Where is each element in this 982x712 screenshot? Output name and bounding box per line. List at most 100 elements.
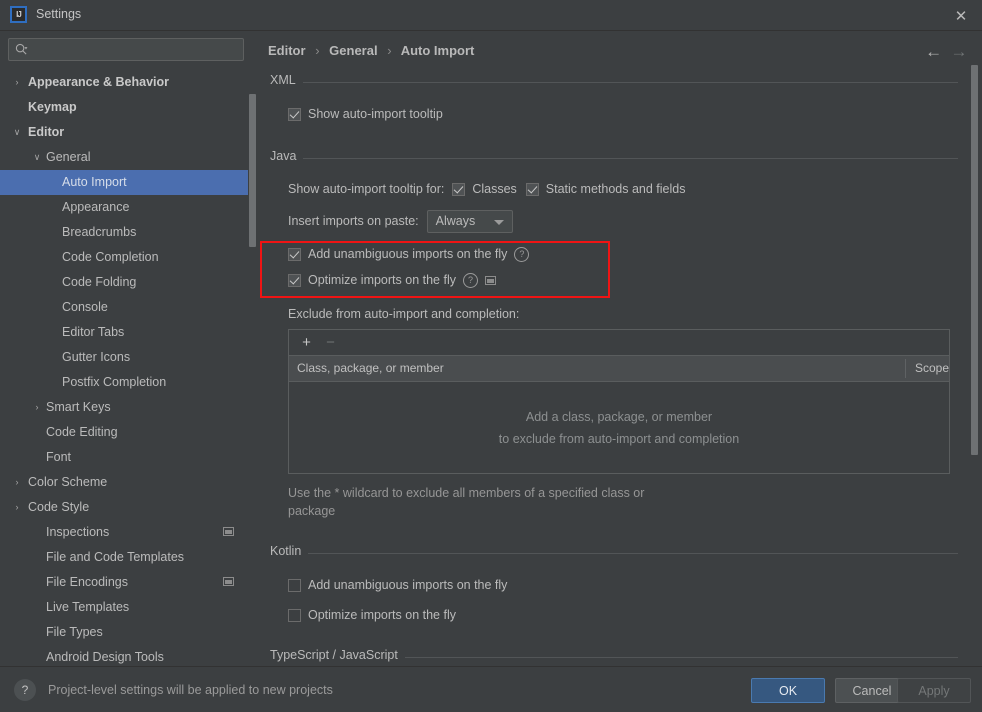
sidebar-item-gutter-icons[interactable]: Gutter Icons: [0, 345, 248, 370]
sidebar-scrollbar-thumb[interactable]: [249, 94, 256, 247]
column-header-class-package-member[interactable]: Class, package, or member: [297, 361, 444, 375]
label-optimize-imports-kotlin: Optimize imports on the fly: [308, 608, 456, 622]
breadcrumb-general[interactable]: General: [329, 43, 377, 58]
sidebar-item-general[interactable]: ∨ General: [0, 145, 248, 170]
checkbox-row-optimize-imports-kotlin[interactable]: Optimize imports on the fly: [288, 602, 982, 628]
sidebar-item-code-style[interactable]: › Code Style: [0, 495, 248, 520]
sidebar-item-file-and-code-templates[interactable]: File and Code Templates: [0, 545, 248, 570]
label-optimize-imports-java: Optimize imports on the fly: [308, 273, 456, 287]
sidebar-item-console[interactable]: Console: [0, 295, 248, 320]
checkbox-add-unambiguous-imports-kotlin[interactable]: [288, 578, 301, 592]
settings-sidebar: › Appearance & Behavior Keymap ∨ Editor ∨ Gene…: [0, 31, 256, 665]
title-bar: IJ Settings ✕: [0, 0, 982, 31]
chevron-right-icon[interactable]: ›: [10, 70, 24, 95]
chevron-right-icon[interactable]: ›: [30, 395, 44, 420]
search-box[interactable]: [8, 38, 244, 61]
sidebar-item-appearance-behavior[interactable]: › Appearance & Behavior: [0, 70, 248, 95]
sidebar-item-label: Auto Import: [62, 175, 127, 189]
forward-arrow-icon[interactable]: →: [948, 43, 970, 61]
sidebar-item-label: Code Folding: [62, 275, 137, 289]
checkbox-classes[interactable]: [452, 182, 466, 196]
checkbox-add-unambiguous-imports-java[interactable]: [288, 247, 301, 261]
sidebar-item-file-encodings[interactable]: File Encodings: [0, 570, 248, 595]
sidebar-item-auto-import[interactable]: Auto Import: [0, 170, 248, 195]
dropdown-insert-imports-on-paste[interactable]: Always: [426, 209, 513, 233]
sidebar-item-editor[interactable]: ∨ Editor: [0, 120, 248, 145]
chevron-down-icon[interactable]: ∨: [10, 120, 24, 145]
checkbox-row-add-unambiguous-imports-java[interactable]: Add unambiguous imports on the fly ?: [288, 241, 982, 267]
sidebar-item-code-completion[interactable]: Code Completion: [0, 245, 248, 270]
dropdown-value-insert-imports-on-paste: Always: [435, 214, 476, 228]
remove-exclusion-button[interactable]: −: [321, 333, 340, 352]
sidebar-item-code-editing[interactable]: Code Editing: [0, 420, 248, 445]
breadcrumb: Editor › General › Auto Import: [268, 43, 474, 58]
section-header-typescript-javascript: TypeScript / JavaScript: [270, 648, 958, 665]
chevron-right-icon[interactable]: ›: [10, 495, 24, 520]
help-icon-optimize-imports[interactable]: ?: [462, 272, 478, 288]
checkbox-static-methods-and-fields[interactable]: [525, 182, 539, 196]
sidebar-item-color-scheme[interactable]: › Color Scheme: [0, 470, 248, 495]
sidebar-item-code-folding[interactable]: Code Folding: [0, 270, 248, 295]
sidebar-item-live-templates[interactable]: Live Templates: [0, 595, 248, 620]
dialog-footer: ? Project-level settings will be applied…: [0, 666, 982, 712]
settings-tree[interactable]: › Appearance & Behavior Keymap ∨ Editor ∨ Gene…: [0, 70, 248, 665]
chevron-down-icon[interactable]: ∨: [30, 145, 44, 170]
sidebar-item-label: Console: [62, 300, 108, 314]
sidebar-item-smart-keys[interactable]: › Smart Keys: [0, 395, 248, 420]
sidebar-item-appearance[interactable]: Appearance: [0, 195, 248, 220]
back-arrow-icon[interactable]: ←: [923, 43, 945, 61]
ok-button[interactable]: OK: [751, 678, 825, 703]
checkbox-row-add-unambiguous-imports-kotlin[interactable]: Add unambiguous imports on the fly: [288, 572, 982, 598]
content-scrollbar-thumb[interactable]: [971, 65, 978, 455]
sidebar-item-keymap[interactable]: Keymap: [0, 95, 248, 120]
search-input[interactable]: [37, 41, 239, 60]
sidebar-item-editor-tabs[interactable]: Editor Tabs: [0, 320, 248, 345]
sidebar-item-label: Gutter Icons: [62, 350, 131, 364]
close-icon[interactable]: ✕: [952, 7, 970, 25]
sidebar-item-label: Appearance & Behavior: [28, 75, 170, 89]
checkbox-optimize-imports-java[interactable]: [288, 273, 301, 287]
checkbox-show-auto-import-tooltip[interactable]: [288, 107, 301, 121]
checkbox-row-optimize-imports-java[interactable]: Optimize imports on the fly ?: [288, 267, 982, 293]
sidebar-item-font[interactable]: Font: [0, 445, 248, 470]
checkbox-optimize-imports-kotlin[interactable]: [288, 608, 301, 622]
sidebar-item-inspections[interactable]: Inspections: [0, 520, 248, 545]
wildcard-hint: Use the * wildcard to exclude all member…: [288, 484, 982, 520]
column-divider[interactable]: [905, 359, 906, 378]
sidebar-item-label: General: [46, 150, 91, 164]
exclude-table-body[interactable]: Add a class, package, or member to exclu…: [289, 382, 949, 473]
column-header-scope[interactable]: Scope: [915, 361, 949, 375]
section-title-typescript-javascript: TypeScript / JavaScript: [270, 648, 405, 662]
chevron-right-icon[interactable]: ›: [10, 470, 24, 495]
breadcrumb-separator-2: ›: [387, 43, 392, 58]
sidebar-scrollbar[interactable]: [248, 70, 256, 665]
help-icon-add-unambiguous-imports[interactable]: ?: [514, 246, 530, 262]
row-show-auto-import-tooltip-for: Show auto-import tooltip for: Classes St…: [288, 175, 982, 203]
sidebar-item-breadcrumbs[interactable]: Breadcrumbs: [0, 220, 248, 245]
content-scrollbar[interactable]: [971, 65, 978, 665]
sidebar-item-label: Code Completion: [62, 250, 159, 264]
empty-state-line-1: Add a class, package, or member: [525, 409, 713, 424]
breadcrumb-auto-import[interactable]: Auto Import: [401, 43, 475, 58]
apply-button[interactable]: Apply: [897, 678, 971, 703]
sidebar-item-android-design-tools[interactable]: Android Design Tools: [0, 645, 248, 665]
checkbox-row-show-auto-import-tooltip[interactable]: Show auto-import tooltip: [288, 101, 982, 127]
footer-note: Project-level settings will be applied t…: [48, 683, 333, 697]
add-exclusion-button[interactable]: +: [297, 333, 316, 352]
breadcrumb-editor[interactable]: Editor: [268, 43, 306, 58]
help-icon[interactable]: ?: [14, 679, 36, 701]
sidebar-item-postfix-completion[interactable]: Postfix Completion: [0, 370, 248, 395]
sidebar-item-label: Smart Keys: [46, 400, 111, 414]
window-title: Settings: [36, 7, 82, 21]
sidebar-item-file-types[interactable]: File Types: [0, 620, 248, 645]
sidebar-item-label: Live Templates: [46, 600, 130, 614]
